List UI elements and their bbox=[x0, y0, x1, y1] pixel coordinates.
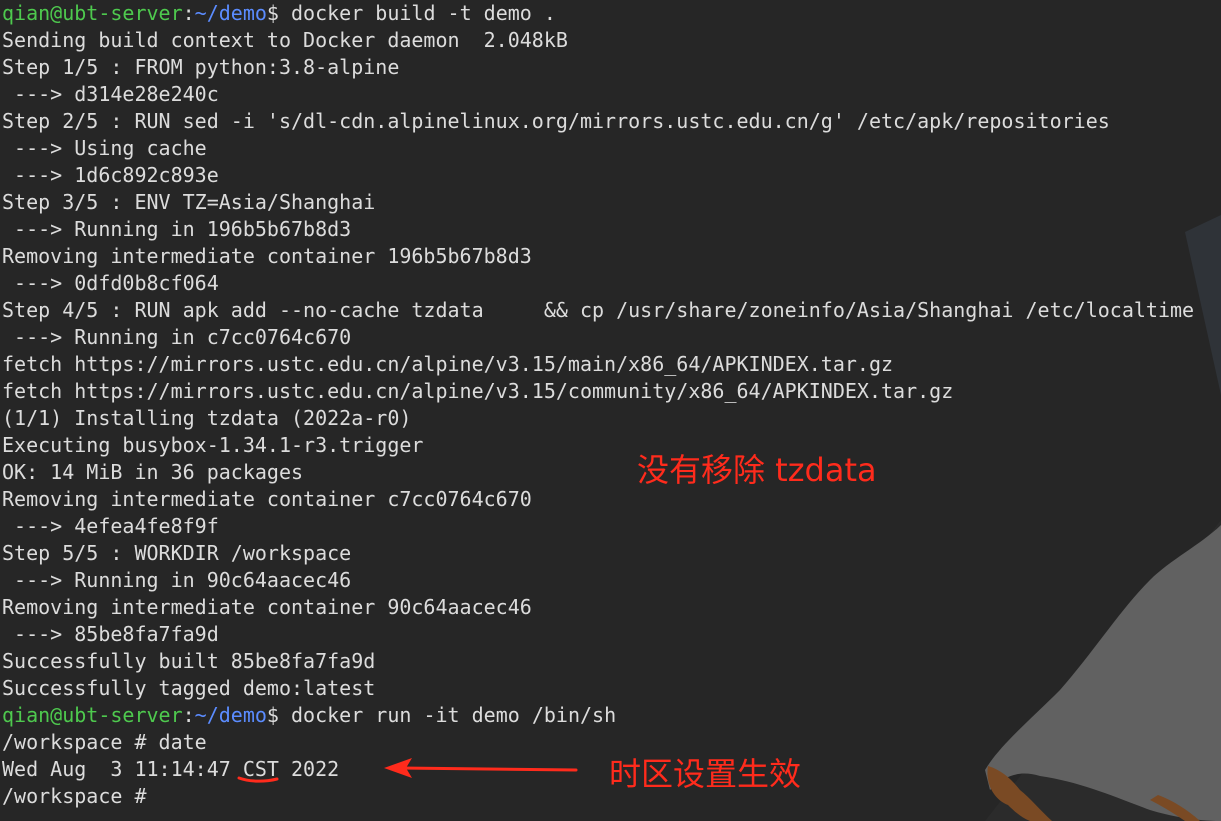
terminal-line: ---> 4efea4fe8f9f bbox=[2, 513, 1194, 540]
terminal-line: qian@ubt-server:~/demo$ docker run -it d… bbox=[2, 702, 1194, 729]
terminal-line: qian@ubt-server:~/demo$ docker build -t … bbox=[2, 0, 1194, 27]
terminal-line: (1/1) Installing tzdata (2022a-r0) bbox=[2, 405, 1194, 432]
annotation-tzdata-not-removed: 没有移除 tzdata bbox=[637, 451, 877, 489]
output-text: ---> 0dfd0b8cf064 bbox=[2, 271, 219, 295]
output-text: (1/1) Installing tzdata (2022a-r0) bbox=[2, 406, 412, 430]
terminal-line: ---> Running in c7cc0764c670 bbox=[2, 324, 1194, 351]
output-text: Successfully tagged demo:latest bbox=[2, 676, 376, 700]
terminal-line: Removing intermediate container c7cc0764… bbox=[2, 486, 1194, 513]
output-text: /workspace # bbox=[2, 784, 159, 808]
output-text: OK: 14 MiB in 36 packages bbox=[2, 460, 304, 484]
prompt-user-host: qian@ubt-server bbox=[2, 703, 183, 727]
prompt-symbol: $ bbox=[266, 1, 279, 25]
terminal-line: Step 3/5 : ENV TZ=Asia/Shanghai bbox=[2, 189, 1194, 216]
terminal-line: Step 5/5 : WORKDIR /workspace bbox=[2, 540, 1194, 567]
terminal-line: Removing intermediate container 196b5b67… bbox=[2, 243, 1194, 270]
output-text: Step 5/5 : WORKDIR /workspace bbox=[2, 541, 352, 565]
terminal-line: ---> 0dfd0b8cf064 bbox=[2, 270, 1194, 297]
output-text: fetch https://mirrors.ustc.edu.cn/alpine… bbox=[2, 379, 954, 403]
output-text: Removing intermediate container 196b5b67… bbox=[2, 244, 532, 268]
terminal-line: Step 4/5 : RUN apk add --no-cache tzdata… bbox=[2, 297, 1194, 324]
terminal-line: fetch https://mirrors.ustc.edu.cn/alpine… bbox=[2, 378, 1194, 405]
output-text: Successfully built 85be8fa7fa9d bbox=[2, 649, 376, 673]
terminal-line: ---> Using cache bbox=[2, 135, 1194, 162]
output-text: ---> 1d6c892c893e bbox=[2, 163, 219, 187]
terminal-output: qian@ubt-server:~/demo$ docker build -t … bbox=[2, 0, 1194, 810]
terminal-line: ---> d314e28e240c bbox=[2, 81, 1194, 108]
output-text: /workspace # date bbox=[2, 730, 207, 754]
terminal-line: Step 1/5 : FROM python:3.8-alpine bbox=[2, 54, 1194, 81]
output-text: Sending build context to Docker daemon 2… bbox=[2, 28, 568, 52]
prompt-symbol: $ bbox=[266, 703, 279, 727]
terminal-line: ---> 85be8fa7fa9d bbox=[2, 621, 1194, 648]
output-text: ---> Running in c7cc0764c670 bbox=[2, 325, 352, 349]
output-text: ---> 85be8fa7fa9d bbox=[2, 622, 219, 646]
output-text: Step 1/5 : FROM python:3.8-alpine bbox=[2, 55, 400, 79]
output-text: Step 2/5 : RUN sed -i 's/dl-cdn.alpineli… bbox=[2, 109, 1110, 133]
output-text: Executing busybox-1.34.1-r3.trigger bbox=[2, 433, 424, 457]
prompt-path: ~/demo bbox=[194, 1, 267, 25]
terminal-line: fetch https://mirrors.ustc.edu.cn/alpine… bbox=[2, 351, 1194, 378]
output-text: fetch https://mirrors.ustc.edu.cn/alpine… bbox=[2, 352, 894, 376]
output-text: ---> Running in 196b5b67b8d3 bbox=[2, 217, 352, 241]
terminal-line: Successfully built 85be8fa7fa9d bbox=[2, 648, 1194, 675]
output-text: Removing intermediate container c7cc0764… bbox=[2, 487, 532, 511]
terminal-line: /workspace # bbox=[2, 783, 1194, 810]
output-text: ---> Running in 90c64aacec46 bbox=[2, 568, 352, 592]
terminal-line: ---> Running in 196b5b67b8d3 bbox=[2, 216, 1194, 243]
terminal-line: Wed Aug 3 11:14:47 CST 2022 bbox=[2, 756, 1194, 783]
prompt-path: ~/demo bbox=[194, 703, 267, 727]
terminal-line: Successfully tagged demo:latest bbox=[2, 675, 1194, 702]
terminal-window[interactable]: qian@ubt-server:~/demo$ docker build -t … bbox=[0, 0, 1221, 821]
command-text: docker run -it demo /bin/sh bbox=[278, 703, 617, 727]
terminal-line: Step 2/5 : RUN sed -i 's/dl-cdn.alpineli… bbox=[2, 108, 1194, 135]
terminal-line: ---> Running in 90c64aacec46 bbox=[2, 567, 1194, 594]
output-text: Removing intermediate container 90c64aac… bbox=[2, 595, 532, 619]
output-text: Step 3/5 : ENV TZ=Asia/Shanghai bbox=[2, 190, 376, 214]
command-text: docker build -t demo . bbox=[278, 1, 556, 25]
annotation-timezone-effective: 时区设置生效 bbox=[609, 755, 802, 793]
output-text: Wed Aug 3 11:14:47 CST 2022 bbox=[2, 757, 340, 781]
prompt-user-host: qian@ubt-server bbox=[2, 1, 183, 25]
output-text: Step 4/5 : RUN apk add --no-cache tzdata… bbox=[2, 298, 1195, 322]
prompt-separator: : bbox=[182, 703, 195, 727]
terminal-line: Executing busybox-1.34.1-r3.trigger bbox=[2, 432, 1194, 459]
terminal-line: Sending build context to Docker daemon 2… bbox=[2, 27, 1194, 54]
terminal-line: /workspace # date bbox=[2, 729, 1194, 756]
terminal-line: OK: 14 MiB in 36 packages bbox=[2, 459, 1194, 486]
output-text: ---> Using cache bbox=[2, 136, 207, 160]
prompt-separator: : bbox=[182, 1, 195, 25]
output-text: ---> 4efea4fe8f9f bbox=[2, 514, 219, 538]
terminal-line: Removing intermediate container 90c64aac… bbox=[2, 594, 1194, 621]
terminal-line: ---> 1d6c892c893e bbox=[2, 162, 1194, 189]
output-text: ---> d314e28e240c bbox=[2, 82, 219, 106]
